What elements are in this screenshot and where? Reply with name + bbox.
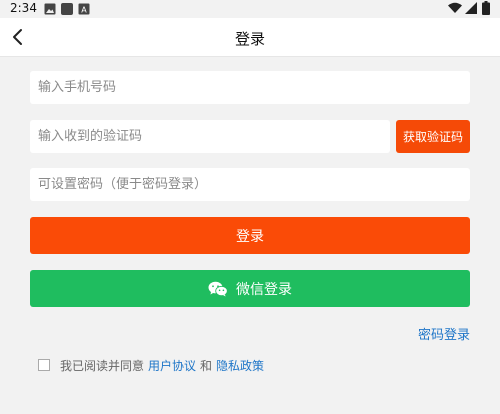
svg-text:A: A	[81, 6, 87, 15]
wechat-login-label: 微信登录	[236, 281, 292, 298]
status-bar: 2:34 A	[0, 0, 500, 18]
agreement-row: 我已阅读并同意 用户协议 和 隐私政策	[38, 357, 268, 373]
agreement-checkbox[interactable]	[38, 359, 50, 371]
privacy-policy-link[interactable]: 隐私政策	[216, 357, 264, 374]
code-input[interactable]	[30, 120, 390, 153]
get-code-button[interactable]: 获取验证码	[396, 120, 470, 153]
password-input[interactable]	[30, 168, 470, 201]
agreement-prefix: 我已阅读并同意	[60, 358, 145, 373]
text-icon: A	[78, 3, 90, 15]
user-agreement-link[interactable]: 用户协议	[148, 357, 196, 374]
wifi-icon	[448, 2, 462, 13]
login-button[interactable]: 登录	[30, 217, 470, 254]
phone-input[interactable]	[30, 71, 470, 104]
password-login-link[interactable]: 密码登录	[418, 324, 470, 343]
phone-field	[30, 71, 470, 104]
code-field	[30, 120, 390, 153]
signal-icon	[465, 2, 477, 14]
wechat-icon	[208, 281, 228, 296]
nav-bar: 登录	[0, 18, 500, 57]
battery-icon	[482, 1, 490, 15]
app-icon	[61, 3, 73, 15]
status-time: 2:34	[10, 1, 37, 15]
wechat-login-button[interactable]: 微信登录	[30, 270, 470, 307]
agreement-and: 和	[200, 358, 213, 373]
page-title: 登录	[234, 30, 265, 48]
image-icon	[44, 3, 56, 15]
password-field	[30, 168, 470, 201]
